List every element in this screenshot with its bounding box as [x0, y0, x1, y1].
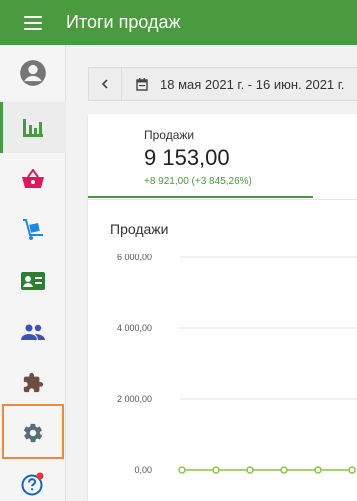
sidebar-item-delivery[interactable]: [0, 204, 66, 255]
menu-button[interactable]: [0, 0, 66, 45]
chevron-left-icon: [101, 79, 108, 89]
date-filter-bar: 18 мая 2021 г. - 16 июн. 2021 г.: [88, 67, 357, 101]
data-point[interactable]: [280, 466, 288, 474]
cart-dolly-icon: [23, 218, 43, 240]
calendar-icon: [136, 77, 148, 91]
y-tick-label: 4 000,00: [117, 323, 152, 333]
puzzle-icon: [23, 372, 44, 392]
data-point[interactable]: [314, 466, 322, 474]
date-range-text: 18 мая 2021 г. - 16 июн. 2021 г.: [160, 76, 345, 92]
app-bar: Итоги продаж: [0, 0, 357, 45]
contact-card-icon: [21, 271, 45, 290]
data-point[interactable]: [348, 466, 356, 474]
sidebar-item-integrations[interactable]: [0, 357, 66, 408]
sidebar-item-help[interactable]: [0, 458, 66, 501]
bar-chart-icon: [23, 118, 43, 137]
sidebar-item-account[interactable]: [0, 47, 66, 98]
chart-title: Продажи: [110, 221, 169, 237]
focus-highlight: [2, 404, 64, 459]
kpi-delta: +8 921,00 (+3 845,26%): [144, 176, 252, 187]
notification-dot: [36, 472, 44, 479]
data-point[interactable]: [212, 466, 220, 474]
y-tick-label: 6 000,00: [117, 254, 152, 262]
kpi-value: 9 153,00: [144, 145, 230, 170]
sidebar-item-customers[interactable]: [0, 255, 66, 306]
sidebar-item-reports[interactable]: [0, 102, 66, 153]
divider: [88, 199, 357, 200]
sidebar-item-staff[interactable]: [0, 306, 66, 357]
y-tick-label: 2 000,00: [117, 394, 152, 404]
kpi-tab-sales[interactable]: Продажи 9 153,00 +8 921,00 (+3 845,26%): [88, 114, 313, 198]
data-point[interactable]: [246, 466, 254, 474]
date-range-picker[interactable]: 18 мая 2021 г. - 16 июн. 2021 г.: [122, 77, 345, 92]
data-point[interactable]: [178, 466, 186, 474]
account-circle-icon: [20, 59, 46, 86]
page-title: Итоги продаж: [66, 12, 181, 32]
sales-card: Продажи 9 153,00 +8 921,00 (+3 845,26%) …: [88, 114, 357, 501]
main-content: 18 мая 2021 г. - 16 июн. 2021 г. Продажи…: [66, 45, 357, 501]
previous-period-button[interactable]: [89, 68, 122, 100]
basket-icon: [22, 168, 44, 188]
people-icon: [21, 324, 45, 340]
help-icon: [21, 472, 44, 495]
kpi-label: Продажи: [144, 128, 195, 142]
hamburger-icon: [24, 15, 42, 30]
sales-chart: 6 000,00 4 000,00 2 000,00 0,00: [117, 254, 357, 475]
sidebar-item-sales[interactable]: [0, 153, 66, 204]
y-tick-label: 0,00: [134, 465, 152, 475]
